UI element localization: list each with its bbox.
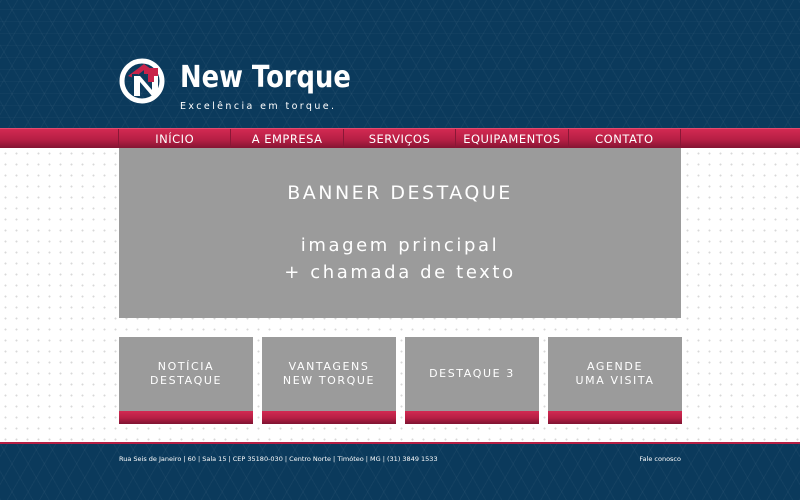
footer-address: Rua Seis de Janeiro | 60 | Sala 15 | CEP… [119, 455, 438, 463]
nav-item-inicio[interactable]: INÍCIO [118, 129, 230, 149]
box-accent-bar [262, 411, 396, 424]
site-footer: Rua Seis de Janeiro | 60 | Sala 15 | CEP… [0, 442, 800, 500]
brand-tagline: Excelência em torque. [180, 101, 337, 112]
main-nav: INÍCIO A EMPRESA SERVIÇOS EQUIPAMENTOS C… [0, 128, 800, 149]
feature-boxes: NOTÍCIA DESTAQUE VANTAGENS NEW TORQUE DE… [119, 337, 682, 424]
nav-item-equipamentos[interactable]: EQUIPAMENTOS [455, 129, 567, 149]
brand-name: New Torque [180, 60, 351, 95]
banner-subtitle-line1: imagem principal [300, 235, 500, 256]
nt-logo-icon [119, 58, 165, 104]
box-label: NOTÍCIA DESTAQUE [149, 360, 223, 387]
box-agende-visita[interactable]: AGENDE UMA VISITA [548, 337, 682, 424]
box-label: AGENDE UMA VISITA [575, 360, 655, 387]
box-accent-bar [119, 411, 253, 424]
banner-title: BANNER DESTAQUE [287, 182, 513, 204]
footer-contact-link[interactable]: Fale conosco [639, 455, 681, 463]
box-accent-bar [405, 411, 539, 424]
banner-subtitle: imagem principal + chamada de texto [119, 232, 681, 286]
box-vantagens[interactable]: VANTAGENS NEW TORQUE [262, 337, 396, 424]
box-label: DESTAQUE 3 [429, 367, 515, 380]
box-destaque-3[interactable]: DESTAQUE 3 [405, 337, 539, 424]
banner-subtitle-line2: + chamada de texto [284, 262, 516, 283]
site-header: New Torque Excelência em torque. [0, 0, 800, 130]
featured-banner[interactable]: BANNER DESTAQUE imagem principal + chama… [119, 148, 681, 318]
box-accent-bar [548, 411, 682, 424]
box-noticia-destaque[interactable]: NOTÍCIA DESTAQUE [119, 337, 253, 424]
nav-item-contato[interactable]: CONTATO [567, 129, 682, 149]
nav-item-a-empresa[interactable]: A EMPRESA [230, 129, 342, 149]
box-label: VANTAGENS NEW TORQUE [282, 360, 376, 387]
brand-logo[interactable]: New Torque Excelência em torque. [118, 56, 358, 116]
nav-item-servicos[interactable]: SERVIÇOS [342, 129, 455, 149]
